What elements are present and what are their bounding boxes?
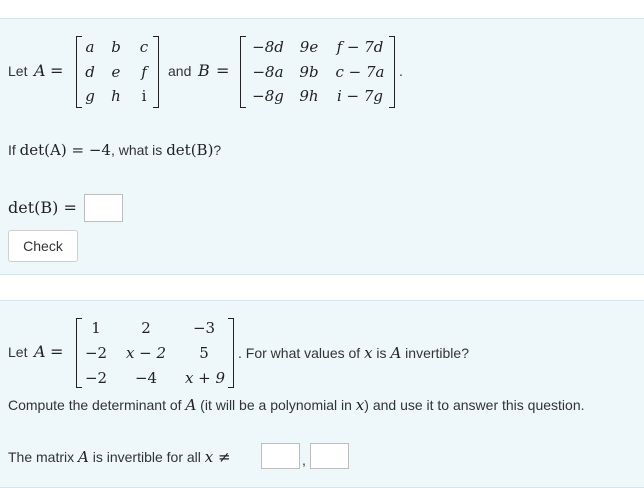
- equals-sign-3: =: [50, 342, 64, 361]
- matrix-a2-cell: −2: [84, 369, 108, 387]
- x-value-input-1[interactable]: [261, 443, 300, 469]
- let-label-2: Let: [8, 344, 28, 360]
- matrix-a-cell: b: [111, 38, 121, 56]
- check-button[interactable]: Check: [8, 230, 78, 262]
- invertible-answer-label: The matrix A is invertible for all x ≠: [8, 448, 231, 466]
- matrix-a2-cell: 5: [199, 344, 209, 362]
- compute-instruction: Compute the determinant of A (it will be…: [8, 396, 585, 414]
- matrix-a2-cell: x − 2: [125, 344, 167, 362]
- answer-label-det-b: det(B) =: [8, 198, 77, 217]
- matrix-a2-cell: −3: [192, 319, 216, 337]
- matrix-a-right-bracket: [153, 36, 159, 108]
- math-det-b: det(B): [166, 141, 214, 159]
- matrix-a2-cell: x + 9: [184, 369, 226, 387]
- math-det-a: det(A) = −4: [19, 141, 111, 159]
- matrix-b-cell: i − 7g: [336, 87, 384, 105]
- question-text-2: . For what values of x is A invertible?: [238, 344, 469, 362]
- matrix-b-cell: 9b: [299, 63, 319, 81]
- matrix-a2-cell: −2: [84, 344, 108, 362]
- matrix-a-cell: d: [85, 63, 95, 81]
- matrix-b-cell: c − 7a: [335, 63, 385, 81]
- matrix-b-cell: 9e: [299, 38, 319, 56]
- matrix-a-symbol: A: [34, 61, 46, 80]
- matrix-a-cell: e: [111, 63, 121, 81]
- matrix-a2-cell: 2: [141, 319, 151, 337]
- and-label: and: [168, 63, 192, 79]
- answer-separator: ,: [302, 452, 306, 468]
- matrix-a2-symbol: A: [34, 342, 46, 361]
- matrix-a2-cell: 1: [91, 319, 101, 337]
- matrix-a2-right-bracket: [228, 318, 234, 388]
- matrix-a-cell: f: [141, 63, 147, 81]
- matrix-b-cell: −8g: [252, 87, 284, 105]
- matrix-b-cell: −8a: [252, 63, 284, 81]
- matrix-b-cell: −8d: [252, 38, 284, 56]
- matrix-a-cell: i: [141, 87, 147, 105]
- x-value-input-2[interactable]: [310, 443, 349, 469]
- matrix-a-cell: c: [139, 38, 149, 56]
- equals-sign-2: =: [216, 61, 230, 80]
- matrix-b-cell: 9h: [299, 87, 319, 105]
- matrix-a-cell: h: [111, 87, 121, 105]
- matrix-b-cell: f − 7d: [336, 38, 384, 56]
- matrix-a-cell: a: [85, 38, 95, 56]
- question-text-1: If det(A) = −4, what is det(B)?: [8, 141, 222, 159]
- matrix-b-symbol: B: [198, 61, 210, 80]
- matrix-a2-cell: −4: [134, 369, 158, 387]
- det-b-answer-input[interactable]: [84, 194, 123, 222]
- matrix-b-right-bracket: [389, 36, 395, 108]
- period-1: .: [399, 63, 403, 79]
- equals-sign-1: =: [50, 61, 64, 80]
- let-label-1: Let: [8, 63, 28, 79]
- matrix-a-cell: g: [85, 87, 95, 105]
